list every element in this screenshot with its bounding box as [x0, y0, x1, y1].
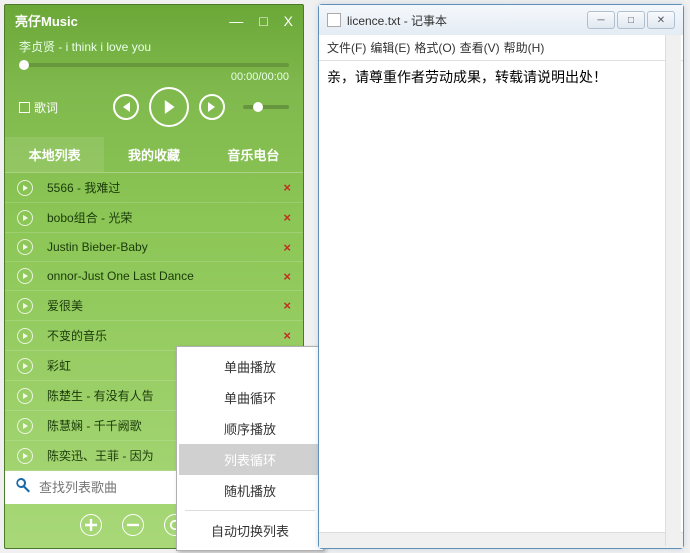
menu-file[interactable]: 文件(F)	[327, 39, 366, 56]
song-delete-icon[interactable]: ×	[283, 180, 291, 195]
song-title: Justin Bieber-Baby	[47, 240, 283, 254]
song-title: onnor-Just One Last Dance	[47, 269, 283, 283]
context-menu-item[interactable]: 单曲循环	[179, 382, 321, 413]
notepad-vertical-scrollbar[interactable]	[665, 35, 681, 546]
song-play-icon[interactable]	[17, 328, 33, 344]
list-item[interactable]: bobo组合 - 光荣×	[5, 203, 303, 233]
tab-radio[interactable]: 音乐电台	[204, 137, 303, 172]
context-menu-item[interactable]: 顺序播放	[179, 413, 321, 444]
player-app-name: 亮仔Music	[15, 11, 78, 30]
song-play-icon[interactable]	[17, 388, 33, 404]
notepad-horizontal-scrollbar[interactable]	[319, 532, 683, 548]
context-menu-item[interactable]: 自动切换列表	[179, 515, 321, 546]
song-play-icon[interactable]	[17, 239, 33, 255]
song-play-icon[interactable]	[17, 358, 33, 374]
notepad-textarea[interactable]: 亲，请尊重作者劳动成果，转载请说明出处！	[319, 61, 683, 532]
song-play-icon[interactable]	[17, 448, 33, 464]
tab-favorites[interactable]: 我的收藏	[104, 137, 203, 172]
np-maximize-button[interactable]: □	[617, 11, 645, 29]
prev-button[interactable]	[113, 94, 139, 120]
now-playing-label: 李贞贤 - i think i love you	[5, 34, 303, 57]
progress-thumb[interactable]	[19, 60, 29, 70]
next-button[interactable]	[199, 94, 225, 120]
song-play-icon[interactable]	[17, 210, 33, 226]
remove-button[interactable]	[122, 514, 144, 536]
song-play-icon[interactable]	[17, 268, 33, 284]
player-tabs: 本地列表 我的收藏 音乐电台	[5, 137, 303, 173]
list-item[interactable]: Justin Bieber-Baby×	[5, 233, 303, 262]
np-minimize-button[interactable]: ─	[587, 11, 615, 29]
volume-control[interactable]	[243, 105, 289, 109]
progress-bar[interactable]	[19, 63, 289, 67]
menu-edit[interactable]: 编辑(E)	[370, 39, 410, 56]
play-button[interactable]	[149, 87, 189, 127]
context-menu-item[interactable]: 单曲播放	[179, 351, 321, 382]
notepad-title-text: licence.txt - 记事本	[347, 12, 447, 29]
song-delete-icon[interactable]: ×	[283, 210, 291, 225]
minimize-button[interactable]: —	[229, 13, 243, 29]
song-play-icon[interactable]	[17, 180, 33, 196]
tab-local-list[interactable]: 本地列表	[5, 137, 104, 172]
song-play-icon[interactable]	[17, 418, 33, 434]
song-title: 不变的音乐	[47, 327, 283, 344]
notepad-titlebar[interactable]: licence.txt - 记事本 ─ □ ✕	[319, 5, 683, 35]
menu-view[interactable]: 查看(V)	[460, 39, 500, 56]
list-item[interactable]: 5566 - 我难过×	[5, 173, 303, 203]
notepad-file-icon	[327, 13, 341, 27]
close-button[interactable]: X	[284, 13, 293, 29]
maximize-button[interactable]: □	[259, 13, 267, 29]
song-title: 5566 - 我难过	[47, 179, 283, 196]
np-close-button[interactable]: ✕	[647, 11, 675, 29]
volume-thumb[interactable]	[253, 102, 263, 112]
song-delete-icon[interactable]: ×	[283, 269, 291, 284]
song-play-icon[interactable]	[17, 298, 33, 314]
menu-separator	[185, 510, 315, 511]
context-menu-item[interactable]: 列表循环	[179, 444, 321, 475]
player-titlebar[interactable]: 亮仔Music — □ X	[5, 5, 303, 34]
list-item[interactable]: 爱很美×	[5, 291, 303, 321]
controls-row: 歌词	[5, 83, 303, 137]
search-icon	[15, 477, 31, 498]
song-delete-icon[interactable]: ×	[283, 328, 291, 343]
context-menu-item[interactable]: 随机播放	[179, 475, 321, 506]
player-window-buttons: — □ X	[229, 13, 293, 29]
song-title: bobo组合 - 光荣	[47, 209, 283, 226]
notepad-window: licence.txt - 记事本 ─ □ ✕ 文件(F) 编辑(E) 格式(O…	[318, 4, 684, 549]
lyrics-checkbox[interactable]: 歌词	[19, 99, 58, 116]
playmode-context-menu: 单曲播放单曲循环顺序播放列表循环随机播放自动切换列表	[176, 346, 324, 551]
song-title: 爱很美	[47, 297, 283, 314]
menu-format[interactable]: 格式(O)	[414, 39, 455, 56]
list-item[interactable]: onnor-Just One Last Dance×	[5, 262, 303, 291]
notepad-menubar: 文件(F) 编辑(E) 格式(O) 查看(V) 帮助(H)	[319, 35, 683, 61]
song-delete-icon[interactable]: ×	[283, 240, 291, 255]
add-button[interactable]	[80, 514, 102, 536]
time-label: 00:00/00:00	[5, 69, 303, 83]
song-delete-icon[interactable]: ×	[283, 298, 291, 313]
menu-help[interactable]: 帮助(H)	[504, 39, 545, 56]
